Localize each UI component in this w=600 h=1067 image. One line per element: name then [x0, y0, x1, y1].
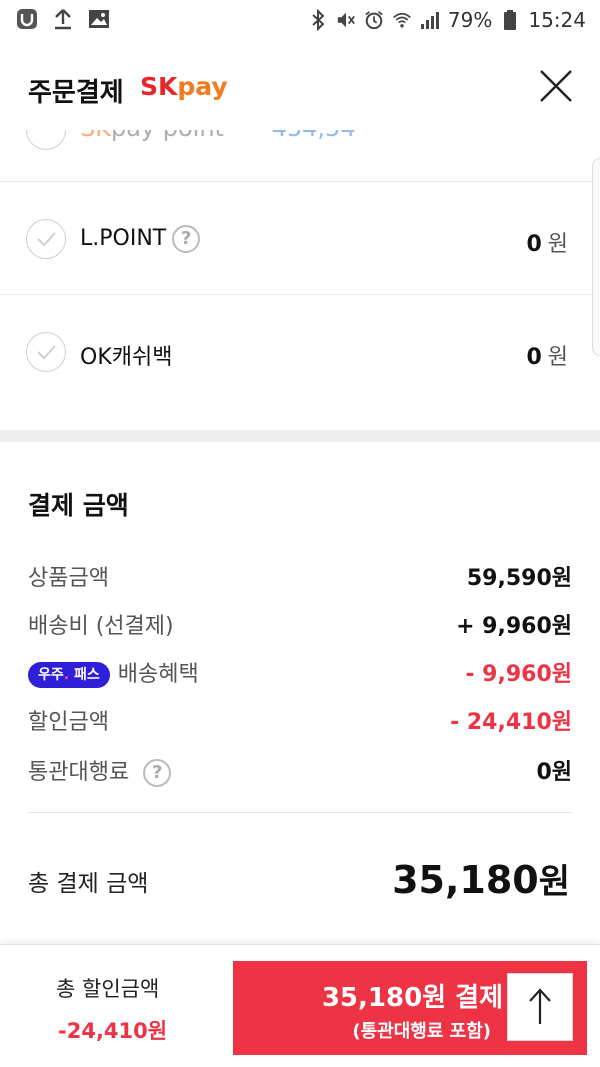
lpoint-label: L.POINT? — [80, 225, 201, 253]
total-discount-value: -24,410원 — [58, 1019, 168, 1043]
line-label: 상품금액 — [28, 566, 109, 591]
lpoint-checkbox[interactable] — [26, 219, 66, 259]
lpoint-amount: 0원 — [526, 232, 568, 257]
lpoint-row: L.POINT? 0원 — [0, 182, 600, 294]
help-icon[interactable]: ? — [172, 225, 201, 253]
close-icon — [540, 70, 572, 102]
battery-icon — [500, 9, 520, 31]
total-payment-label: 총 결제 금액 — [28, 871, 149, 897]
ujoo-pass-badge: 우주. 패스 — [28, 662, 110, 688]
status-bar: 79% 15:24 — [0, 0, 600, 40]
line-value: + 9,960원 — [456, 614, 572, 639]
product-amount-line: 상품금액 59,590원 — [28, 560, 572, 596]
pay-button-sublabel: (통관대행료 포함) — [352, 1021, 491, 1042]
page-header: 주문결제 SKpay — [0, 40, 600, 132]
app-notification-icon — [16, 8, 38, 30]
clock: 15:24 — [528, 8, 586, 32]
line-value: 0원 — [536, 760, 572, 785]
page-title: 주문결제 — [28, 78, 124, 108]
payment-section-title: 결제 금액 — [28, 491, 129, 520]
image-icon — [88, 8, 110, 30]
line-label: 우주. 패스 배송혜택 — [28, 656, 199, 688]
total-discount-label: 총 할인금액 — [56, 977, 160, 1001]
line-label: 할인금액 — [28, 710, 109, 735]
bottom-payment-bar: 총 할인금액 -24,410원 35,180원 결제 (통관대행료 포함) — [0, 944, 600, 1067]
alarm-icon — [364, 9, 384, 31]
section-separator — [0, 430, 600, 442]
total-divider — [28, 812, 572, 813]
skpay-logo: SKpay — [140, 72, 228, 101]
close-button[interactable] — [538, 68, 574, 104]
customs-fee-line: 통관대행료? 0원 — [28, 754, 572, 790]
skpay-point-row: SKpay point 454,54 — [0, 130, 600, 182]
total-payment-amount: 35,180원 — [392, 858, 570, 902]
shipping-fee-line: 배송비 (선결제) + 9,960원 — [28, 608, 572, 644]
shipping-benefit-line: 우주. 패스 배송혜택 - 9,960원 — [28, 656, 572, 692]
check-icon — [37, 232, 56, 247]
okcashbag-amount: 0원 — [526, 345, 568, 370]
pay-button-label: 35,180원 결제 — [321, 983, 503, 1013]
okcashbag-checkbox[interactable] — [26, 332, 66, 372]
skpay-point-label: SKpay point 454,54 — [80, 130, 356, 142]
discount-amount-line: 할인금액 - 24,410원 — [28, 704, 572, 740]
check-icon — [37, 345, 56, 360]
scroll-top-button[interactable] — [507, 973, 573, 1041]
battery-percent: 79% — [447, 8, 493, 32]
upload-icon — [52, 8, 74, 30]
line-value: 59,590원 — [466, 566, 572, 591]
side-scroll-handle[interactable] — [592, 158, 600, 356]
wifi-icon — [392, 9, 412, 31]
signal-icon — [420, 9, 440, 31]
okcashbag-row: OK캐쉬백 0원 — [0, 295, 600, 407]
okcashbag-label: OK캐쉬백 — [80, 345, 173, 370]
line-label: 배송비 (선결제) — [28, 614, 174, 639]
pay-button[interactable]: 35,180원 결제 (통관대행료 포함) — [233, 961, 587, 1055]
arrow-up-icon — [529, 988, 551, 1024]
line-label: 통관대행료? — [28, 754, 172, 787]
bluetooth-icon — [308, 9, 328, 31]
line-value: - 24,410원 — [450, 710, 572, 735]
line-value: - 9,960원 — [465, 662, 572, 687]
skpay-point-checkbox[interactable] — [26, 130, 66, 150]
help-icon[interactable]: ? — [143, 759, 172, 787]
mute-icon — [336, 9, 356, 31]
